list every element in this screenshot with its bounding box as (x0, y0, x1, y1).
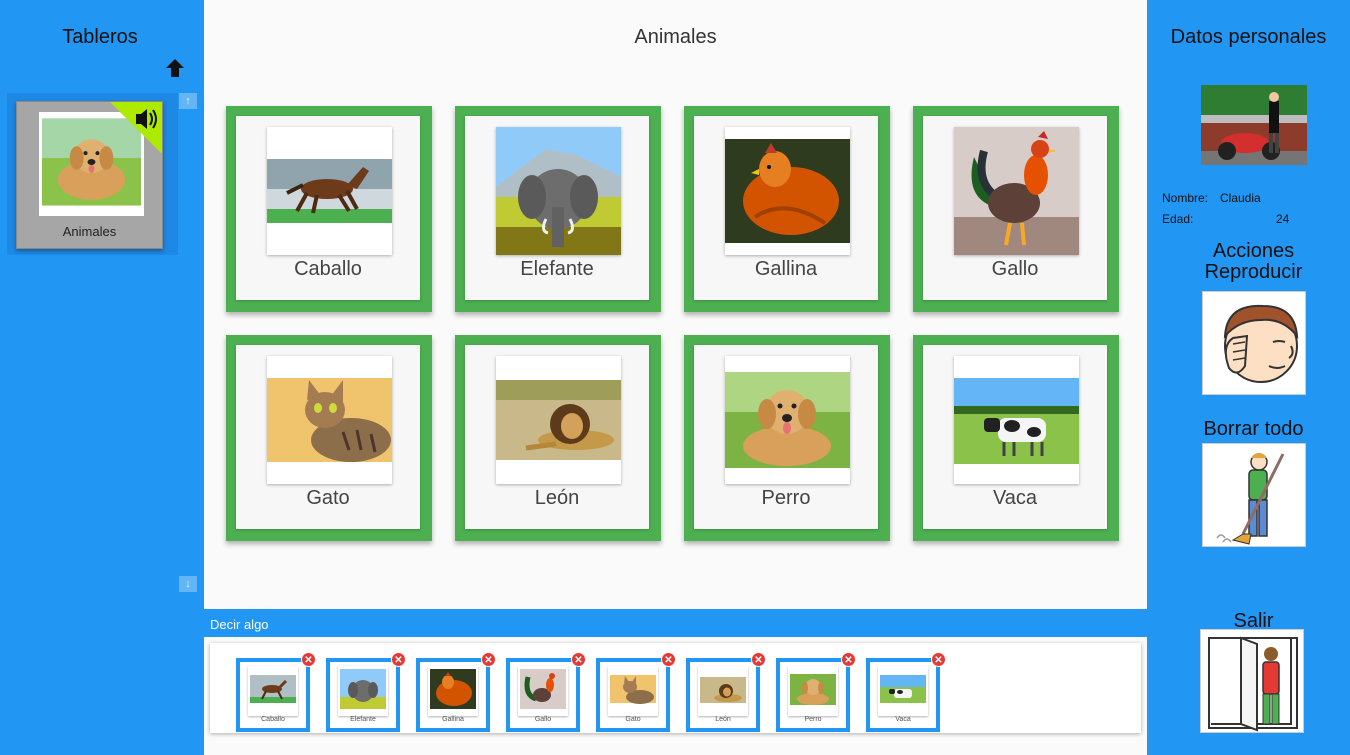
chip-label: Gallo (534, 716, 552, 723)
exit-door-icon (1208, 636, 1298, 732)
chip-label: Vaca (895, 716, 911, 723)
say-header: Decir algo (204, 609, 1147, 637)
tile-elefante[interactable]: Elefante (455, 106, 661, 312)
chip-label: Gato (625, 716, 641, 723)
profile-sidebar: Datos personales Nombre: Claudia Edad: 2… (1147, 0, 1350, 755)
name-value: Claudia (1220, 191, 1261, 205)
board-label: Animales (62, 224, 117, 239)
hen-photo (725, 127, 850, 255)
tile-caballo[interactable]: Caballo (226, 106, 432, 312)
listen-icon (1223, 304, 1299, 383)
sentence-strip[interactable]: Caballo ✕ Elefante ✕ Gallina ✕ Gallo ✕ G… (210, 643, 1141, 733)
tile-label: Perro (761, 487, 811, 509)
speaker-icon[interactable] (110, 102, 162, 154)
tile-label: Gallina (754, 258, 818, 280)
elephant-photo (338, 666, 388, 716)
tile-label: Vaca (992, 487, 1038, 509)
tile-gato[interactable]: Gato (226, 335, 432, 541)
clear-label: Borrar todo (1203, 418, 1304, 440)
tile-label: Caballo (294, 258, 362, 280)
cow-photo (878, 666, 928, 716)
exit-label: Salir (1233, 610, 1274, 632)
dog-photo (725, 356, 850, 484)
chip-label: Caballo (261, 716, 285, 723)
sentence-chip[interactable]: Gato ✕ (596, 652, 676, 732)
arrow-up-icon[interactable] (163, 56, 187, 80)
name-label: Nombre: (1162, 191, 1209, 205)
chip-label: León (715, 716, 731, 723)
scroll-down-icon[interactable]: ↓ (179, 576, 197, 592)
hen-photo (428, 666, 478, 716)
sentence-chip[interactable]: Perro ✕ (776, 652, 856, 732)
sentence-chip[interactable]: Gallina ✕ (416, 652, 496, 732)
remove-icon[interactable]: ✕ (841, 652, 856, 667)
chip-label: Gallina (442, 716, 464, 723)
cat-photo (608, 666, 658, 716)
horse-photo (248, 666, 298, 716)
boards-sidebar: Tableros ↑ ↓ Animales (0, 0, 204, 755)
remove-icon[interactable]: ✕ (391, 652, 406, 667)
chip-label: Perro (804, 716, 822, 723)
chip-label: Elefante (350, 716, 376, 723)
remove-icon[interactable]: ✕ (751, 652, 766, 667)
board-area: Animales Caballo Elefante Gallina Gallo … (204, 0, 1147, 609)
play-button[interactable] (1202, 291, 1306, 395)
lion-photo (698, 666, 748, 716)
rooster-photo (518, 666, 568, 716)
board-item-animales[interactable]: Animales (7, 93, 178, 255)
board-title: Animales (634, 26, 717, 48)
tile-vaca[interactable]: Vaca (913, 335, 1119, 541)
scroll-up-icon[interactable]: ↑ (179, 93, 197, 109)
sentence-chip[interactable]: Gallo ✕ (506, 652, 586, 732)
tile-label: Gato (306, 487, 350, 509)
profile-title: Datos personales (1170, 26, 1327, 48)
sentence-area: Caballo ✕ Elefante ✕ Gallina ✕ Gallo ✕ G… (204, 637, 1147, 755)
remove-icon[interactable]: ✕ (661, 652, 676, 667)
clear-all-button[interactable] (1202, 443, 1306, 547)
rooster-photo (954, 127, 1079, 255)
remove-icon[interactable]: ✕ (931, 652, 946, 667)
actions-label: Acciones (1212, 240, 1295, 262)
lion-photo (496, 356, 621, 484)
remove-icon[interactable]: ✕ (481, 652, 496, 667)
tile-gallo[interactable]: Gallo (913, 106, 1119, 312)
tile-perro[interactable]: Perro (684, 335, 890, 541)
sentence-chip[interactable]: Vaca ✕ (866, 652, 946, 732)
tile-label: León (534, 487, 580, 509)
play-label: Reproducir (1204, 261, 1303, 283)
sentence-chip[interactable]: Caballo ✕ (236, 652, 316, 732)
tile-leon[interactable]: León (455, 335, 661, 541)
dog-photo (788, 666, 838, 716)
tile-label: Elefante (520, 258, 594, 280)
remove-icon[interactable]: ✕ (571, 652, 586, 667)
avatar (1201, 85, 1307, 165)
tile-label: Gallo (991, 258, 1039, 280)
remove-icon[interactable]: ✕ (301, 652, 316, 667)
broom-icon (1216, 453, 1285, 545)
cat-photo (267, 356, 392, 484)
cow-photo (954, 356, 1079, 484)
board-card[interactable]: Animales (16, 101, 163, 249)
boards-title: Tableros (62, 26, 138, 48)
age-label: Edad: (1162, 212, 1194, 226)
sentence-chip[interactable]: Elefante ✕ (326, 652, 406, 732)
age-value: 24 (1276, 212, 1290, 226)
tile-gallina[interactable]: Gallina (684, 106, 890, 312)
elephant-photo (496, 127, 621, 255)
horse-photo (267, 127, 392, 255)
exit-button[interactable] (1200, 629, 1304, 733)
sentence-chip[interactable]: León ✕ (686, 652, 766, 732)
